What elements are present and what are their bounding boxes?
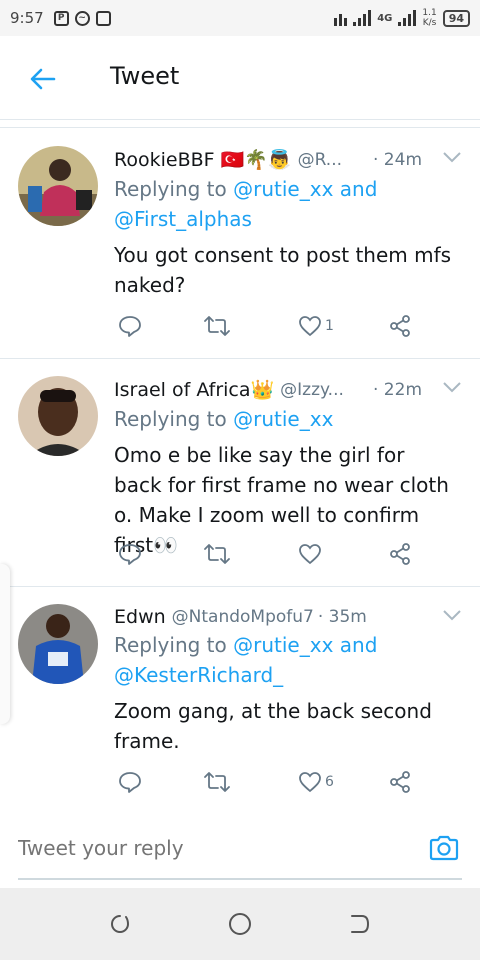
status-right: 4G 1.1 K/s 94 [334,8,470,28]
status-time: 9:57 [10,9,44,27]
arrow-left-icon [30,68,56,90]
tweet-card[interactable]: Edwn @NtandoMpofu7 · 35m Replying to @ru… [0,586,480,811]
author-name[interactable]: Israel of Africa👑 [114,378,274,401]
tweet-text: Zoom gang, at the back second frame. [114,699,432,753]
speed-unit: K/s [422,18,437,28]
avatar[interactable] [18,376,98,456]
chevron-down-icon[interactable] [442,380,462,394]
author-handle[interactable]: @NtandoMpofu7 [172,607,314,627]
tweet-text: You got consent to post them mfs naked? [114,243,452,297]
heart-icon [299,544,321,565]
chevron-down-icon[interactable] [442,608,462,622]
comment-icon [119,544,141,565]
like-button[interactable] [298,540,325,568]
home-button[interactable] [228,912,252,936]
reply-underline [18,878,462,880]
tweet-card[interactable]: Israel of Africa👑 @Izzy... · 22m Replyin… [0,358,480,587]
retweet-icon [204,772,230,792]
replying-to: Replying to @rutie_xx [114,404,460,434]
replying-to: Replying to @rutie_xx and @First_alphas [114,174,460,234]
avatar[interactable] [18,146,98,226]
messenger-notification-icon: ~ [74,10,90,26]
chevron-down-icon[interactable] [442,150,462,164]
tweet-time: · 35m [317,607,367,627]
author-handle[interactable]: @R... [298,150,342,170]
author-handle[interactable]: @Izzy... [280,380,344,400]
retweet-icon [204,316,230,336]
home-circle-icon [229,913,251,935]
mention-link[interactable]: @rutie_xx [233,177,333,201]
replying-prefix: Replying to [114,633,227,657]
battery-indicator: 94 [442,9,470,27]
share-icon [390,543,410,565]
avatar-image [18,376,98,456]
parking-notification-icon: P [53,10,69,26]
replying-prefix: Replying to [114,177,227,201]
avatar[interactable] [18,604,98,684]
tweet-time: · 24m [373,149,422,170]
speed-value: 1.1 [422,8,437,18]
vibrate-signal-icon [334,10,348,26]
share-icon [390,771,410,793]
retweet-button[interactable] [204,540,230,568]
mention-link[interactable]: @KesterRichard_ [114,663,283,687]
status-bar: 9:57 P ~ 4G 1.1 K/s 94 [0,0,480,36]
recents-button[interactable] [108,912,132,936]
tweet-header: Edwn @NtandoMpofu7 · 35m [114,606,462,628]
camera-icon [429,835,459,861]
retweet-button[interactable] [204,312,230,340]
back-nav-icon [351,915,370,933]
tweet-header: RookieBBF 🇹🇷🌴👼 @R... · 24m [114,148,462,171]
edge-handle[interactable] [0,564,10,724]
tweet-actions: 1 [118,312,418,342]
share-button[interactable] [388,540,412,568]
back-nav-button[interactable] [348,912,372,936]
avatar-image [18,604,98,684]
reply-button[interactable] [118,540,142,568]
camera-button[interactable] [428,832,460,864]
mention-link[interactable]: @rutie_xx [233,633,333,657]
tweet-actions: 6 [118,768,418,798]
heart-icon [299,316,321,337]
like-button[interactable]: 6 [298,768,334,796]
replying-to: Replying to @rutie_xx and @KesterRichard… [114,630,460,690]
reply-button[interactable] [118,768,142,796]
share-icon [390,315,410,337]
page-title: Tweet [110,62,180,90]
comment-icon [119,316,141,337]
tweet-header: Israel of Africa👑 @Izzy... · 22m [114,378,462,401]
comment-icon [119,772,141,793]
mention-link[interactable]: @First_alphas [114,207,252,231]
share-button[interactable] [388,312,412,340]
mention-link[interactable]: @rutie_xx [233,407,333,431]
share-button[interactable] [388,768,412,796]
network-speed: 1.1 K/s [422,8,436,28]
calendar-notification-icon [95,10,111,26]
signal-strength-2-icon [398,10,417,26]
top-app-bar: Tweet [0,36,480,120]
reply-input[interactable] [18,836,398,860]
reply-button[interactable] [118,312,142,340]
like-button[interactable]: 1 [298,312,334,340]
like-count: 6 [325,774,334,790]
retweet-icon [204,544,230,564]
signal-strength-icon [353,10,372,26]
and-link[interactable]: and [340,633,378,657]
retweet-button[interactable] [204,768,230,796]
back-button[interactable] [28,64,58,94]
heart-icon [299,772,321,793]
author-name[interactable]: Edwn [114,606,166,628]
replying-prefix: Replying to [114,407,227,431]
avatar-image [18,146,98,226]
author-name[interactable]: RookieBBF 🇹🇷🌴👼 [114,148,292,171]
tweet-actions [118,540,418,570]
network-type: 4G [377,12,393,24]
tweet-card[interactable]: RookieBBF 🇹🇷🌴👼 @R... · 24m Replying to @… [0,128,480,359]
tweet-time: · 22m [373,379,422,400]
like-count: 1 [325,318,334,334]
recents-icon [111,915,130,933]
and-link[interactable]: and [340,177,378,201]
reply-composer [0,810,480,888]
system-navigation-bar [0,888,480,960]
